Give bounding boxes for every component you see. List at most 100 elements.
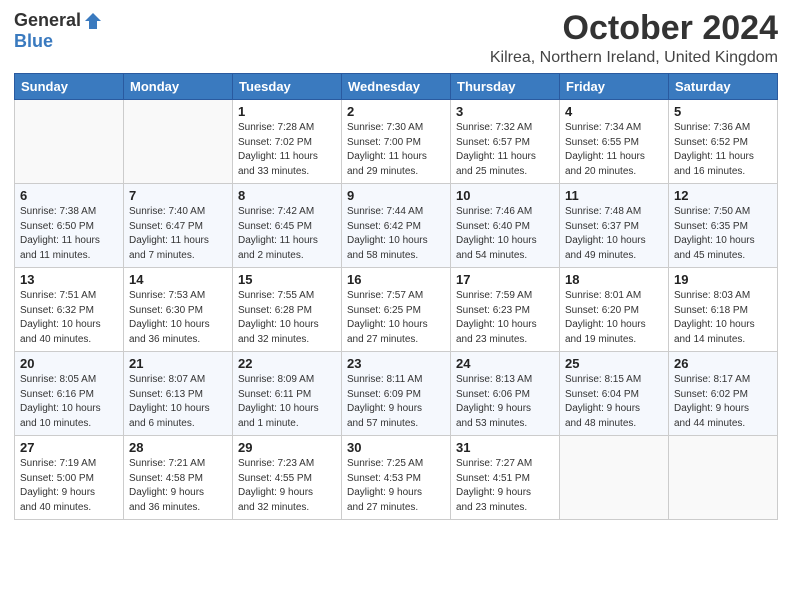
day-number: 26 [674,356,772,371]
calendar-cell: 14 Sunrise: 7:53 AM Sunset: 6:30 PM Dayli… [124,268,233,352]
header-cell-sunday: Sunday [15,74,124,100]
calendar-cell [124,100,233,184]
day-number: 10 [456,188,554,203]
day-number: 9 [347,188,445,203]
day-number: 31 [456,440,554,455]
week-row-4: 20 Sunrise: 8:05 AM Sunset: 6:16 PM Dayli… [15,352,778,436]
calendar-cell: 13 Sunrise: 7:51 AM Sunset: 6:32 PM Dayli… [15,268,124,352]
day-number: 12 [674,188,772,203]
day-info: Sunrise: 8:13 AM Sunset: 6:06 PM Dayligh… [456,373,554,431]
day-number: 19 [674,272,772,287]
header-cell-tuesday: Tuesday [233,74,342,100]
day-info: Sunrise: 7:50 AM Sunset: 6:35 PM Dayligh… [674,205,772,263]
day-number: 13 [20,272,118,287]
day-info: Sunrise: 7:34 AM Sunset: 6:55 PM Dayligh… [565,121,663,179]
calendar-table: SundayMondayTuesdayWednesdayThursdayFrid… [14,73,778,520]
calendar-cell: 19Sunrise: 8:03 AM Sunset: 6:18 PM Dayli… [669,268,778,352]
logo: General Blue [14,10,103,52]
header-cell-friday: Friday [560,74,669,100]
calendar-cell: 23 Sunrise: 8:11 AM Sunset: 6:09 PM Dayli… [342,352,451,436]
day-number: 8 [238,188,336,203]
week-row-2: 6Sunrise: 7:38 AM Sunset: 6:50 PM Daylig… [15,184,778,268]
day-info: Sunrise: 7:21 AM Sunset: 4:58 PM Dayligh… [129,457,227,515]
day-number: 30 [347,440,445,455]
calendar-cell: 9Sunrise: 7:44 AM Sunset: 6:42 PM Daylig… [342,184,451,268]
day-info: Sunrise: 8:07 AM Sunset: 6:13 PM Dayligh… [129,373,227,431]
calendar-cell: 2Sunrise: 7:30 AM Sunset: 7:00 PM Daylig… [342,100,451,184]
day-info: Sunrise: 7:46 AM Sunset: 6:40 PM Dayligh… [456,205,554,263]
calendar-page: General Blue October 2024 Kilrea, Northe… [0,0,792,612]
calendar-cell: 16 Sunrise: 7:57 AM Sunset: 6:25 PM Dayli… [342,268,451,352]
day-info: Sunrise: 7:30 AM Sunset: 7:00 PM Dayligh… [347,121,445,179]
week-row-1: 1 Sunrise: 7:28 AM Sunset: 7:02 PM Daylig… [15,100,778,184]
day-number: 11 [565,188,663,203]
calendar-cell: 18 Sunrise: 8:01 AM Sunset: 6:20 PM Dayli… [560,268,669,352]
header-cell-wednesday: Wednesday [342,74,451,100]
calendar-cell: 26 Sunrise: 8:17 AM Sunset: 6:02 PM Dayli… [669,352,778,436]
day-info: Sunrise: 7:53 AM Sunset: 6:30 PM Dayligh… [129,289,227,347]
header-row: SundayMondayTuesdayWednesdayThursdayFrid… [15,74,778,100]
title-block: October 2024 Kilrea, Northern Ireland, U… [490,10,778,67]
day-info: Sunrise: 8:09 AM Sunset: 6:11 PM Dayligh… [238,373,336,431]
day-number: 22 [238,356,336,371]
day-info: Sunrise: 7:28 AM Sunset: 7:02 PM Dayligh… [238,121,336,179]
day-number: 1 [238,104,336,119]
header-cell-thursday: Thursday [451,74,560,100]
calendar-cell: 24 Sunrise: 8:13 AM Sunset: 6:06 PM Dayli… [451,352,560,436]
day-number: 14 [129,272,227,287]
day-info: Sunrise: 7:23 AM Sunset: 4:55 PM Dayligh… [238,457,336,515]
day-number: 27 [20,440,118,455]
calendar-cell: 21 Sunrise: 8:07 AM Sunset: 6:13 PM Dayli… [124,352,233,436]
day-number: 18 [565,272,663,287]
day-number: 24 [456,356,554,371]
calendar-cell: 17Sunrise: 7:59 AM Sunset: 6:23 PM Dayli… [451,268,560,352]
day-info: Sunrise: 8:11 AM Sunset: 6:09 PM Dayligh… [347,373,445,431]
calendar-cell [560,436,669,520]
calendar-cell: 25Sunrise: 8:15 AM Sunset: 6:04 PM Dayli… [560,352,669,436]
header-cell-saturday: Saturday [669,74,778,100]
calendar-cell: 11 Sunrise: 7:48 AM Sunset: 6:37 PM Dayli… [560,184,669,268]
week-row-5: 27 Sunrise: 7:19 AM Sunset: 5:00 PM Dayli… [15,436,778,520]
day-number: 21 [129,356,227,371]
location-title: Kilrea, Northern Ireland, United Kingdom [490,49,778,67]
day-info: Sunrise: 8:01 AM Sunset: 6:20 PM Dayligh… [565,289,663,347]
day-number: 4 [565,104,663,119]
calendar-cell: 12 Sunrise: 7:50 AM Sunset: 6:35 PM Dayli… [669,184,778,268]
month-title: October 2024 [490,10,778,47]
day-info: Sunrise: 7:48 AM Sunset: 6:37 PM Dayligh… [565,205,663,263]
calendar-cell: 31Sunrise: 7:27 AM Sunset: 4:51 PM Dayli… [451,436,560,520]
calendar-cell: 1 Sunrise: 7:28 AM Sunset: 7:02 PM Daylig… [233,100,342,184]
logo-general-text: General [14,10,81,31]
week-row-3: 13 Sunrise: 7:51 AM Sunset: 6:32 PM Dayli… [15,268,778,352]
day-number: 25 [565,356,663,371]
calendar-cell [15,100,124,184]
day-info: Sunrise: 8:17 AM Sunset: 6:02 PM Dayligh… [674,373,772,431]
calendar-cell: 20 Sunrise: 8:05 AM Sunset: 6:16 PM Dayli… [15,352,124,436]
day-number: 16 [347,272,445,287]
calendar-cell: 7 Sunrise: 7:40 AM Sunset: 6:47 PM Daylig… [124,184,233,268]
day-info: Sunrise: 7:42 AM Sunset: 6:45 PM Dayligh… [238,205,336,263]
day-info: Sunrise: 7:57 AM Sunset: 6:25 PM Dayligh… [347,289,445,347]
day-info: Sunrise: 7:25 AM Sunset: 4:53 PM Dayligh… [347,457,445,515]
calendar-cell: 10 Sunrise: 7:46 AM Sunset: 6:40 PM Dayli… [451,184,560,268]
day-info: Sunrise: 7:51 AM Sunset: 6:32 PM Dayligh… [20,289,118,347]
day-number: 20 [20,356,118,371]
header: General Blue October 2024 Kilrea, Northe… [14,10,778,67]
calendar-cell: 30 Sunrise: 7:25 AM Sunset: 4:53 PM Dayli… [342,436,451,520]
day-number: 23 [347,356,445,371]
day-info: Sunrise: 7:40 AM Sunset: 6:47 PM Dayligh… [129,205,227,263]
day-info: Sunrise: 7:38 AM Sunset: 6:50 PM Dayligh… [20,205,118,263]
calendar-cell: 5Sunrise: 7:36 AM Sunset: 6:52 PM Daylig… [669,100,778,184]
day-number: 7 [129,188,227,203]
day-number: 15 [238,272,336,287]
calendar-cell: 28 Sunrise: 7:21 AM Sunset: 4:58 PM Dayli… [124,436,233,520]
day-info: Sunrise: 8:05 AM Sunset: 6:16 PM Dayligh… [20,373,118,431]
day-number: 3 [456,104,554,119]
calendar-cell: 15Sunrise: 7:55 AM Sunset: 6:28 PM Dayli… [233,268,342,352]
day-number: 5 [674,104,772,119]
calendar-cell: 29Sunrise: 7:23 AM Sunset: 4:55 PM Dayli… [233,436,342,520]
calendar-cell: 22 Sunrise: 8:09 AM Sunset: 6:11 PM Dayli… [233,352,342,436]
calendar-cell: 4 Sunrise: 7:34 AM Sunset: 6:55 PM Daylig… [560,100,669,184]
day-info: Sunrise: 7:19 AM Sunset: 5:00 PM Dayligh… [20,457,118,515]
day-number: 28 [129,440,227,455]
